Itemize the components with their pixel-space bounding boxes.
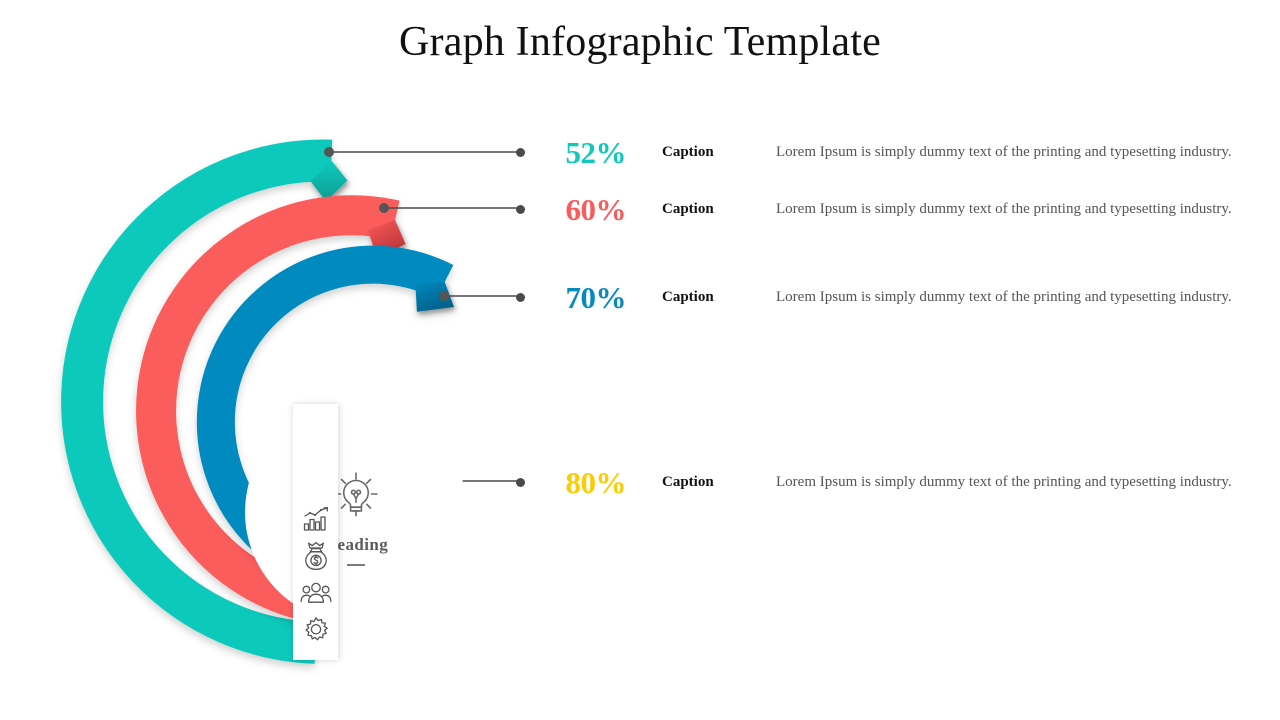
- legend-dot-80: [516, 477, 525, 487]
- legend-row-70[interactable]: 70% Caption Lorem Ipsum is simply dummy …: [516, 279, 1232, 315]
- description-text-80: Lorem Ipsum is simply dummy text of the …: [776, 473, 1232, 490]
- caption-label-60: Caption: [662, 200, 714, 217]
- legend-row-80[interactable]: 80% Caption Lorem Ipsum is simply dummy …: [516, 464, 1232, 500]
- caption-label-70: Caption: [662, 288, 714, 305]
- people-group-icon[interactable]: [300, 574, 332, 611]
- center-hub: Heading: [245, 401, 467, 623]
- donut-chart: Heading: [40, 118, 510, 678]
- gear-icon[interactable]: [302, 611, 330, 648]
- page-title: Graph Infographic Template: [399, 19, 881, 65]
- legend-dot-60: [516, 204, 525, 214]
- description-text-60: Lorem Ipsum is simply dummy text of the …: [776, 200, 1232, 217]
- caption-label-52: Caption: [662, 143, 714, 160]
- center-rule-divider: [347, 564, 365, 566]
- percent-value-80: 80%: [565, 464, 627, 500]
- legend-row-60[interactable]: 60% Caption Lorem Ipsum is simply dummy …: [516, 191, 1232, 227]
- legend-row-52[interactable]: 52% Caption Lorem Ipsum is simply dummy …: [516, 134, 1232, 170]
- bar-chart-growth-icon[interactable]: [302, 500, 330, 537]
- caption-label-80: Caption: [662, 473, 714, 490]
- description-text-52: Lorem Ipsum is simply dummy text of the …: [776, 143, 1232, 160]
- description-text-70: Lorem Ipsum is simply dummy text of the …: [776, 288, 1232, 305]
- donut-rings-svg: [61, 139, 454, 664]
- legend-dot-70: [516, 292, 525, 302]
- percent-value-52: 52%: [565, 134, 627, 170]
- icon-strip: [293, 404, 338, 660]
- percent-value-60: 60%: [565, 191, 627, 227]
- legend-dot-52: [516, 147, 525, 157]
- percent-value-70: 70%: [565, 279, 627, 315]
- money-bag-icon[interactable]: [302, 537, 330, 574]
